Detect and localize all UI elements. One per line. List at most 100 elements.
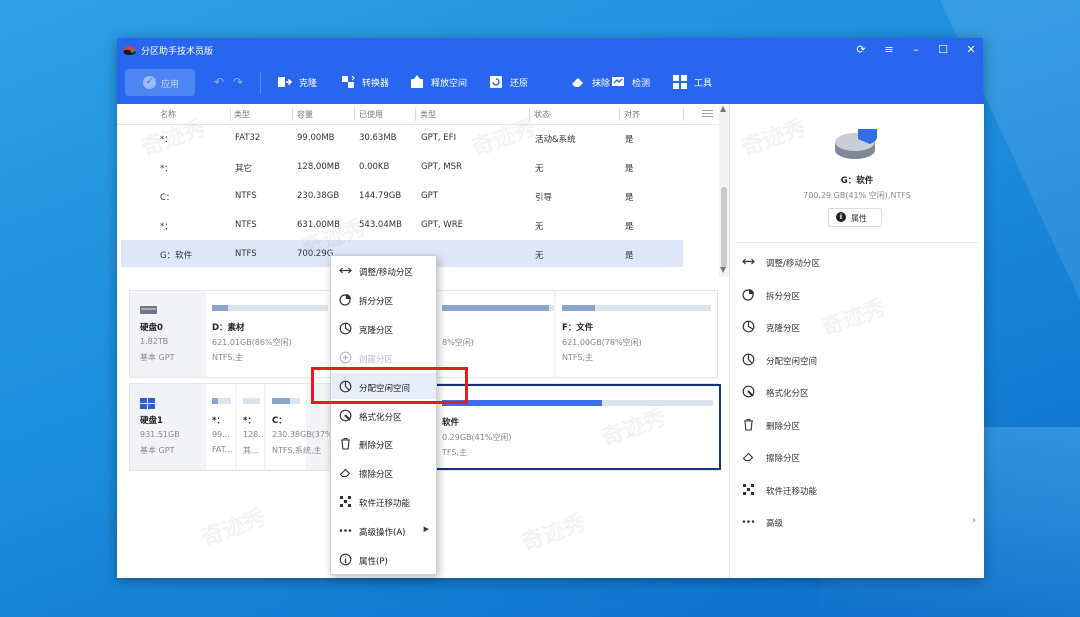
toolbar-check-button[interactable]: 检测 [610,74,650,92]
context-menu-item-split-partition[interactable]: 拆分分区 [331,286,436,312]
context-menu-item-more[interactable]: 高级操作(A) ▶ [331,517,436,543]
usage-fill [562,305,595,311]
panel-action-split-partition[interactable]: 拆分分区 [742,285,978,305]
menu-item-label: 格式化分区 [359,412,402,423]
table-cell: GPT [421,191,438,201]
col-capacity[interactable]: 容量 [297,109,313,120]
table-row[interactable]: *： 其它 128.00MB 0.00KB GPT, MSR 无 是 [121,153,683,180]
col-name[interactable]: 名称 [160,109,176,120]
scroll-up-icon[interactable]: ▲ [720,104,726,113]
partition-block[interactable]: C： 230.38GB(37% NTFS,系统,主 [264,384,333,470]
context-menu-item-delete-partition[interactable]: 删除分区 [331,430,436,456]
panel-action-label: 高级 [766,519,784,529]
scroll-down-icon[interactable]: ▼ [720,265,726,274]
usage-bar [442,305,558,311]
right-panel: G：软件 700.29 GB(41% 空闲),NTFS i 属性 调整/移动分区… [729,104,984,578]
minimize-icon[interactable]: – [908,42,924,58]
menu-icon[interactable]: ≡ [881,42,897,58]
panel-action-format-partition[interactable]: 格式化分区 [742,382,978,402]
toolbar-restore-button[interactable]: 还原 [488,74,528,92]
table-cell: GPT, WRE [421,220,463,230]
table-cell: 是 [625,193,634,203]
maximize-icon[interactable]: ☐ [935,42,951,58]
panel-action-more[interactable]: 高级 › [742,512,978,532]
info-icon: i [836,212,846,222]
panel-action-wipe-partition[interactable]: 擦除分区 [742,447,978,467]
table-cell: 无 [535,164,544,174]
usage-fill [272,398,290,404]
panel-action-label: 删除分区 [766,421,801,432]
table-row[interactable]: *： NTFS 631.00MB 543.04MB GPT, WRE 无 是 [121,211,683,238]
col-type[interactable]: 类型 [420,109,436,120]
disk-size: 1.82TB [140,337,169,346]
toolbar-separator [260,72,261,94]
col-align[interactable]: 对齐 [624,109,640,120]
panel-action-app-migrate[interactable]: 软件迁移功能 [742,480,978,500]
allocate-space-icon [742,353,755,366]
disk-name: 硬盘1 [140,416,163,426]
partition-block[interactable]: 软件 0.29GB(41%空闲) TFS,主 [434,384,721,470]
app-window: 分区助手技术员版 ⟳ ≡ – ☐ ✕ ✓ 应用 ↶ ↷ 克隆 转换器 释放空间 还原 抹… [117,38,984,578]
close-icon[interactable]: ✕ [963,42,979,58]
highlight-annotation-box [311,367,468,404]
col-status[interactable]: 状态 [534,109,550,120]
toolbar-wipe-button[interactable]: 抹除 [570,74,610,92]
toolbar-tools-button[interactable]: 工具 [672,74,712,92]
redo-icon[interactable]: ↷ [233,75,243,89]
scroll-thumb[interactable] [721,187,727,267]
context-menu-item-info[interactable]: 属性(P) [331,546,436,572]
partition-block[interactable]: F：文件 621.00GB(78%空闲) NTFS,主 [554,291,717,377]
panel-action-allocate-space[interactable]: 分配空闲空间 [742,350,978,370]
usage-bar [442,400,713,406]
context-menu-item-wipe-partition[interactable]: 擦除分区 [331,459,436,485]
refresh-icon[interactable]: ⟳ [853,42,869,58]
toolbar: ✓ 应用 ↶ ↷ 克隆 转换器 释放空间 还原 抹除 检测 工具 [117,62,983,104]
context-menu-item-app-migrate[interactable]: 软件迁移功能 [331,488,436,514]
undo-icon[interactable]: ↶ [214,75,224,89]
table-row[interactable]: *： FAT32 99.00MB 30.63MB GPT, EFI 活动&系统 是 [121,124,683,151]
table-cell: 700.29G [297,249,334,259]
check-icon [610,74,626,90]
col-divider [354,108,355,121]
table-row[interactable]: C： NTFS 230.38GB 144.79GB GPT 引导 是 [121,182,683,209]
more-icon [742,515,755,528]
usage-bar [243,398,260,404]
wipe-partition-icon [742,450,755,463]
partition-block[interactable]: *： 99... FAT... [204,384,237,470]
app-migrate-icon [742,483,755,496]
partition-block[interactable]: *： 128... 其... [235,384,266,470]
context-menu-item-clone-partition[interactable]: 克隆分区 [331,315,436,341]
table-scrollbar[interactable]: ▲ ▼ [719,104,729,277]
col-divider [415,108,416,121]
col-fs[interactable]: 类型 [234,109,250,120]
partition-fs: TFS,主 [442,448,467,457]
col-divider [230,108,231,121]
partition-fs: FAT... [212,445,233,454]
partition-block[interactable]: D：素材 621.01GB(86%空闲) NTFS,主 [204,291,334,377]
toolbar-converter-button[interactable]: 转换器 [340,74,389,92]
table-cell: 631.00MB [297,220,340,230]
table-cell: 是 [625,164,634,174]
title-bar: 分区助手技术员版 ⟳ ≡ – ☐ ✕ [117,38,983,62]
toolbar-clone-button[interactable]: 克隆 [277,74,317,92]
table-cell: 是 [625,135,634,145]
col-used[interactable]: 已使用 [359,109,383,120]
toolbar-free-space-button[interactable]: 释放空间 [409,74,467,92]
column-settings-icon[interactable] [702,110,713,119]
delete-partition-icon [742,418,755,431]
panel-action-resize-move[interactable]: 调整/移动分区 [742,252,978,272]
apply-button[interactable]: ✓ 应用 [125,69,195,96]
panel-action-delete-partition[interactable]: 删除分区 [742,415,978,435]
panel-action-label: 擦除分区 [766,454,801,464]
table-cell: GPT, EFI [421,133,457,143]
partition-block[interactable]: 8%空闲) [434,291,564,377]
panel-action-label: 克隆分区 [766,324,801,334]
context-menu-item-resize-move[interactable]: 调整/移动分区 [331,257,436,283]
resize-move-icon [742,255,755,268]
properties-button[interactable]: i 属性 [828,208,882,227]
submenu-arrow-icon: ▶ [423,525,429,534]
panel-action-clone-partition[interactable]: 克隆分区 [742,317,978,337]
context-menu-item-format-partition[interactable]: 格式化分区 [331,402,436,428]
usage-bar [562,305,711,311]
usage-bar [212,398,231,404]
